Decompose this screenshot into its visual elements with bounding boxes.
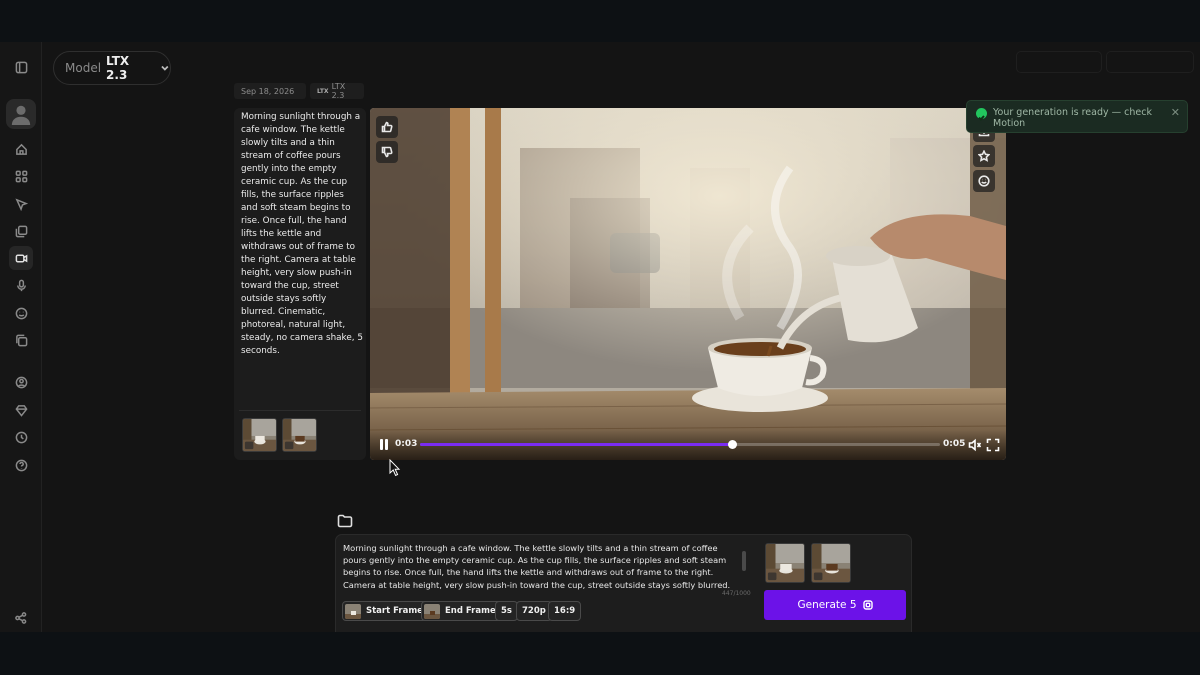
- image-copy-icon[interactable]: [9, 219, 33, 243]
- help-icon[interactable]: [9, 453, 33, 477]
- aspect-ratio-chip[interactable]: 16:9: [548, 601, 582, 621]
- reaction-button[interactable]: [973, 170, 995, 192]
- seek-bar[interactable]: [420, 440, 940, 449]
- home-icon[interactable]: [9, 137, 33, 161]
- mic-icon[interactable]: [9, 273, 33, 297]
- prompt-card: Morning sunlight through a cafe window. …: [234, 108, 366, 460]
- prompt-scrollbar[interactable]: [742, 545, 746, 585]
- mute-icon[interactable]: [968, 437, 982, 452]
- sidebar: [0, 42, 42, 632]
- model-value: LTX 2.3: [106, 54, 130, 82]
- generate-button[interactable]: Generate 5: [764, 590, 906, 620]
- header-action-button[interactable]: [1106, 51, 1194, 73]
- end-frame-thumbnail[interactable]: [282, 418, 317, 452]
- end-frame-mini-icon: [424, 603, 440, 619]
- seek-progress: [420, 443, 732, 446]
- check-circle-icon: [976, 108, 987, 121]
- thumbs-up-button[interactable]: [376, 116, 398, 138]
- fullscreen-icon[interactable]: [986, 437, 1000, 452]
- thumbs-down-button[interactable]: [376, 141, 398, 163]
- start-frame-preview[interactable]: [765, 543, 805, 583]
- prompt-text: Morning sunlight through a cafe window. …: [241, 112, 363, 356]
- sidebar-toggle-icon[interactable]: [9, 55, 33, 79]
- success-toast: Your generation is ready — check Motion …: [966, 100, 1188, 133]
- bottom-band: [0, 632, 1200, 675]
- video-controls: 0:03 0:05: [370, 430, 1006, 460]
- account-icon[interactable]: [9, 370, 33, 394]
- end-frame-preview[interactable]: [811, 543, 851, 583]
- cursor-icon[interactable]: [9, 192, 33, 216]
- star-icon: [978, 150, 990, 162]
- model-tag: LTX LTX 2.3: [310, 82, 364, 100]
- end-frame-chip[interactable]: End Frame: [421, 601, 502, 621]
- start-frame-thumbnail[interactable]: [242, 418, 277, 452]
- model-selector[interactable]: Model LTX 2.3: [53, 51, 171, 85]
- credit-icon: [862, 600, 873, 610]
- seek-handle[interactable]: [728, 440, 737, 449]
- video-icon[interactable]: [9, 246, 33, 270]
- video-frame: [370, 108, 1006, 460]
- thumbs-up-icon: [381, 121, 393, 133]
- app-window: Model LTX 2.3 Sep 18, 2026 LTX LTX 2.3 M…: [0, 42, 1200, 668]
- close-icon[interactable]: ✕: [1171, 106, 1180, 119]
- toast-message: Your generation is ready — check Motion: [993, 107, 1152, 129]
- favorite-button[interactable]: [973, 145, 995, 167]
- history-icon[interactable]: [9, 425, 33, 449]
- header-action-button[interactable]: [1016, 51, 1102, 73]
- video-player[interactable]: 0:03 0:05: [370, 108, 1006, 460]
- generation-date: Sep 18, 2026: [234, 83, 306, 99]
- share-icon[interactable]: [15, 609, 27, 624]
- duration: 0:05: [943, 439, 966, 449]
- current-time: 0:03: [395, 439, 418, 449]
- mouse-pointer-icon: [389, 459, 401, 477]
- smiley-icon: [978, 175, 990, 187]
- avatar[interactable]: [6, 99, 36, 129]
- prompt-input[interactable]: Morning sunlight through a cafe window. …: [343, 542, 736, 590]
- duration-chip[interactable]: 5s: [495, 601, 518, 621]
- top-band: [0, 0, 1200, 42]
- face-icon[interactable]: [9, 301, 33, 325]
- library-icon[interactable]: [9, 328, 33, 352]
- divider: [239, 410, 361, 411]
- folder-icon[interactable]: [337, 513, 353, 529]
- chevron-down-icon: [161, 65, 169, 71]
- resolution-chip[interactable]: 720p: [516, 601, 552, 621]
- start-frame-chip[interactable]: Start Frame: [342, 601, 429, 621]
- model-label: Model: [65, 61, 102, 75]
- thumbs-down-icon: [381, 146, 393, 158]
- char-counter: 447/1000: [722, 590, 751, 597]
- diamond-icon[interactable]: [9, 398, 33, 422]
- apps-icon[interactable]: [9, 164, 33, 188]
- start-frame-mini-icon: [345, 603, 361, 619]
- pause-icon[interactable]: [380, 439, 390, 450]
- ltx-logo: LTX: [317, 87, 329, 95]
